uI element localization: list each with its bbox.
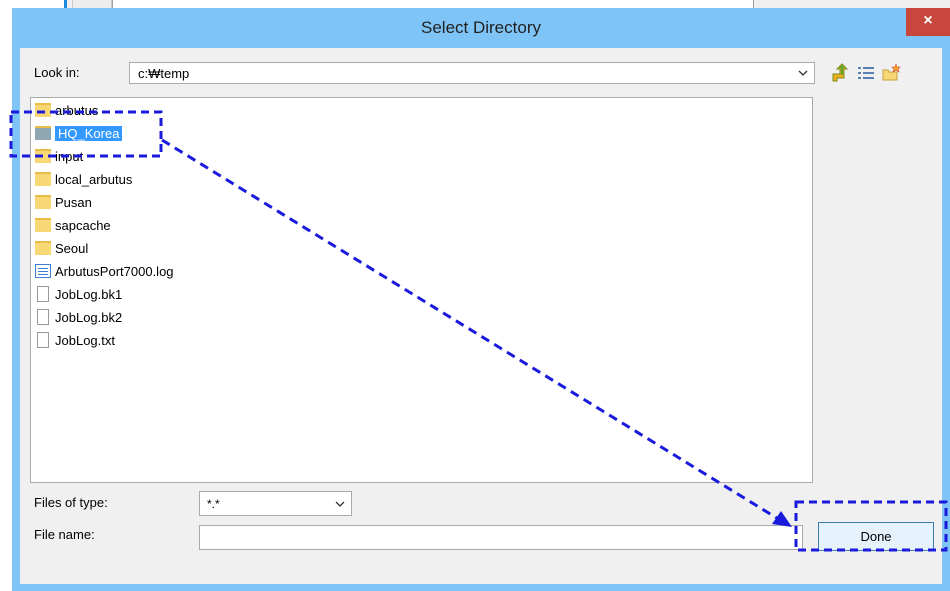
list-item-folder[interactable]: sapcache <box>35 215 111 235</box>
look-in-label: Look in: <box>34 65 80 80</box>
list-item-folder[interactable]: input <box>35 146 83 166</box>
files-of-type-dropdown[interactable]: *.* <box>199 491 352 516</box>
select-directory-dialog: Select Directory × Look in: c:₩temp arbu… <box>12 8 950 591</box>
folder-icon <box>35 172 51 186</box>
dialog-body: Look in: c:₩temp arbutus HQ_Korea input … <box>20 48 942 584</box>
file-icon <box>37 286 49 302</box>
chevron-down-icon <box>798 65 808 84</box>
list-item-folder[interactable]: arbutus <box>35 100 98 120</box>
file-name: Pusan <box>55 194 92 210</box>
file-name: JobLog.txt <box>55 332 115 348</box>
file-name-label: File name: <box>34 527 95 542</box>
file-icon <box>37 309 49 325</box>
list-item-folder[interactable]: Seoul <box>35 238 88 258</box>
file-icon <box>37 332 49 348</box>
file-name: HQ_Korea <box>55 125 123 141</box>
up-folder-icon[interactable] <box>830 63 850 83</box>
file-name-input[interactable] <box>199 525 803 550</box>
list-item-file[interactable]: JobLog.bk1 <box>35 284 122 304</box>
file-name: local_arbutus <box>55 171 133 187</box>
new-folder-icon[interactable] <box>881 63 901 83</box>
file-name: input <box>55 148 84 164</box>
close-icon: × <box>923 12 933 29</box>
list-item-file[interactable]: JobLog.bk2 <box>35 307 122 327</box>
done-button[interactable]: Done <box>818 522 934 551</box>
folder-icon <box>35 241 51 255</box>
files-of-type-value: *.* <box>207 497 220 511</box>
file-list[interactable]: arbutus HQ_Korea input local_arbutus Pus… <box>30 97 813 483</box>
dialog-title: Select Directory <box>421 18 541 37</box>
file-name: arbutus <box>55 102 99 118</box>
title-bar[interactable]: Select Directory × <box>12 8 950 48</box>
list-item-file[interactable]: JobLog.txt <box>35 330 115 350</box>
log-file-icon <box>35 264 51 278</box>
look-in-value: c:₩temp <box>138 66 190 81</box>
file-name: JobLog.bk2 <box>55 309 123 325</box>
close-button[interactable]: × <box>906 8 950 36</box>
chevron-down-icon <box>335 496 345 515</box>
list-view-icon[interactable] <box>856 63 876 83</box>
file-name: Seoul <box>55 240 89 256</box>
folder-icon <box>35 126 51 140</box>
list-item-file[interactable]: ArbutusPort7000.log <box>35 261 174 281</box>
look-in-dropdown[interactable]: c:₩temp <box>129 62 815 84</box>
folder-icon <box>35 218 51 232</box>
file-name: JobLog.bk1 <box>55 286 123 302</box>
list-item-folder-selected[interactable]: HQ_Korea <box>35 123 123 143</box>
folder-icon <box>35 103 51 117</box>
file-name: sapcache <box>55 217 111 233</box>
file-name: ArbutusPort7000.log <box>55 263 174 279</box>
folder-icon <box>35 195 51 209</box>
files-of-type-label: Files of type: <box>34 495 108 510</box>
folder-icon <box>35 149 51 163</box>
list-item-folder[interactable]: local_arbutus <box>35 169 132 189</box>
list-item-folder[interactable]: Pusan <box>35 192 92 212</box>
